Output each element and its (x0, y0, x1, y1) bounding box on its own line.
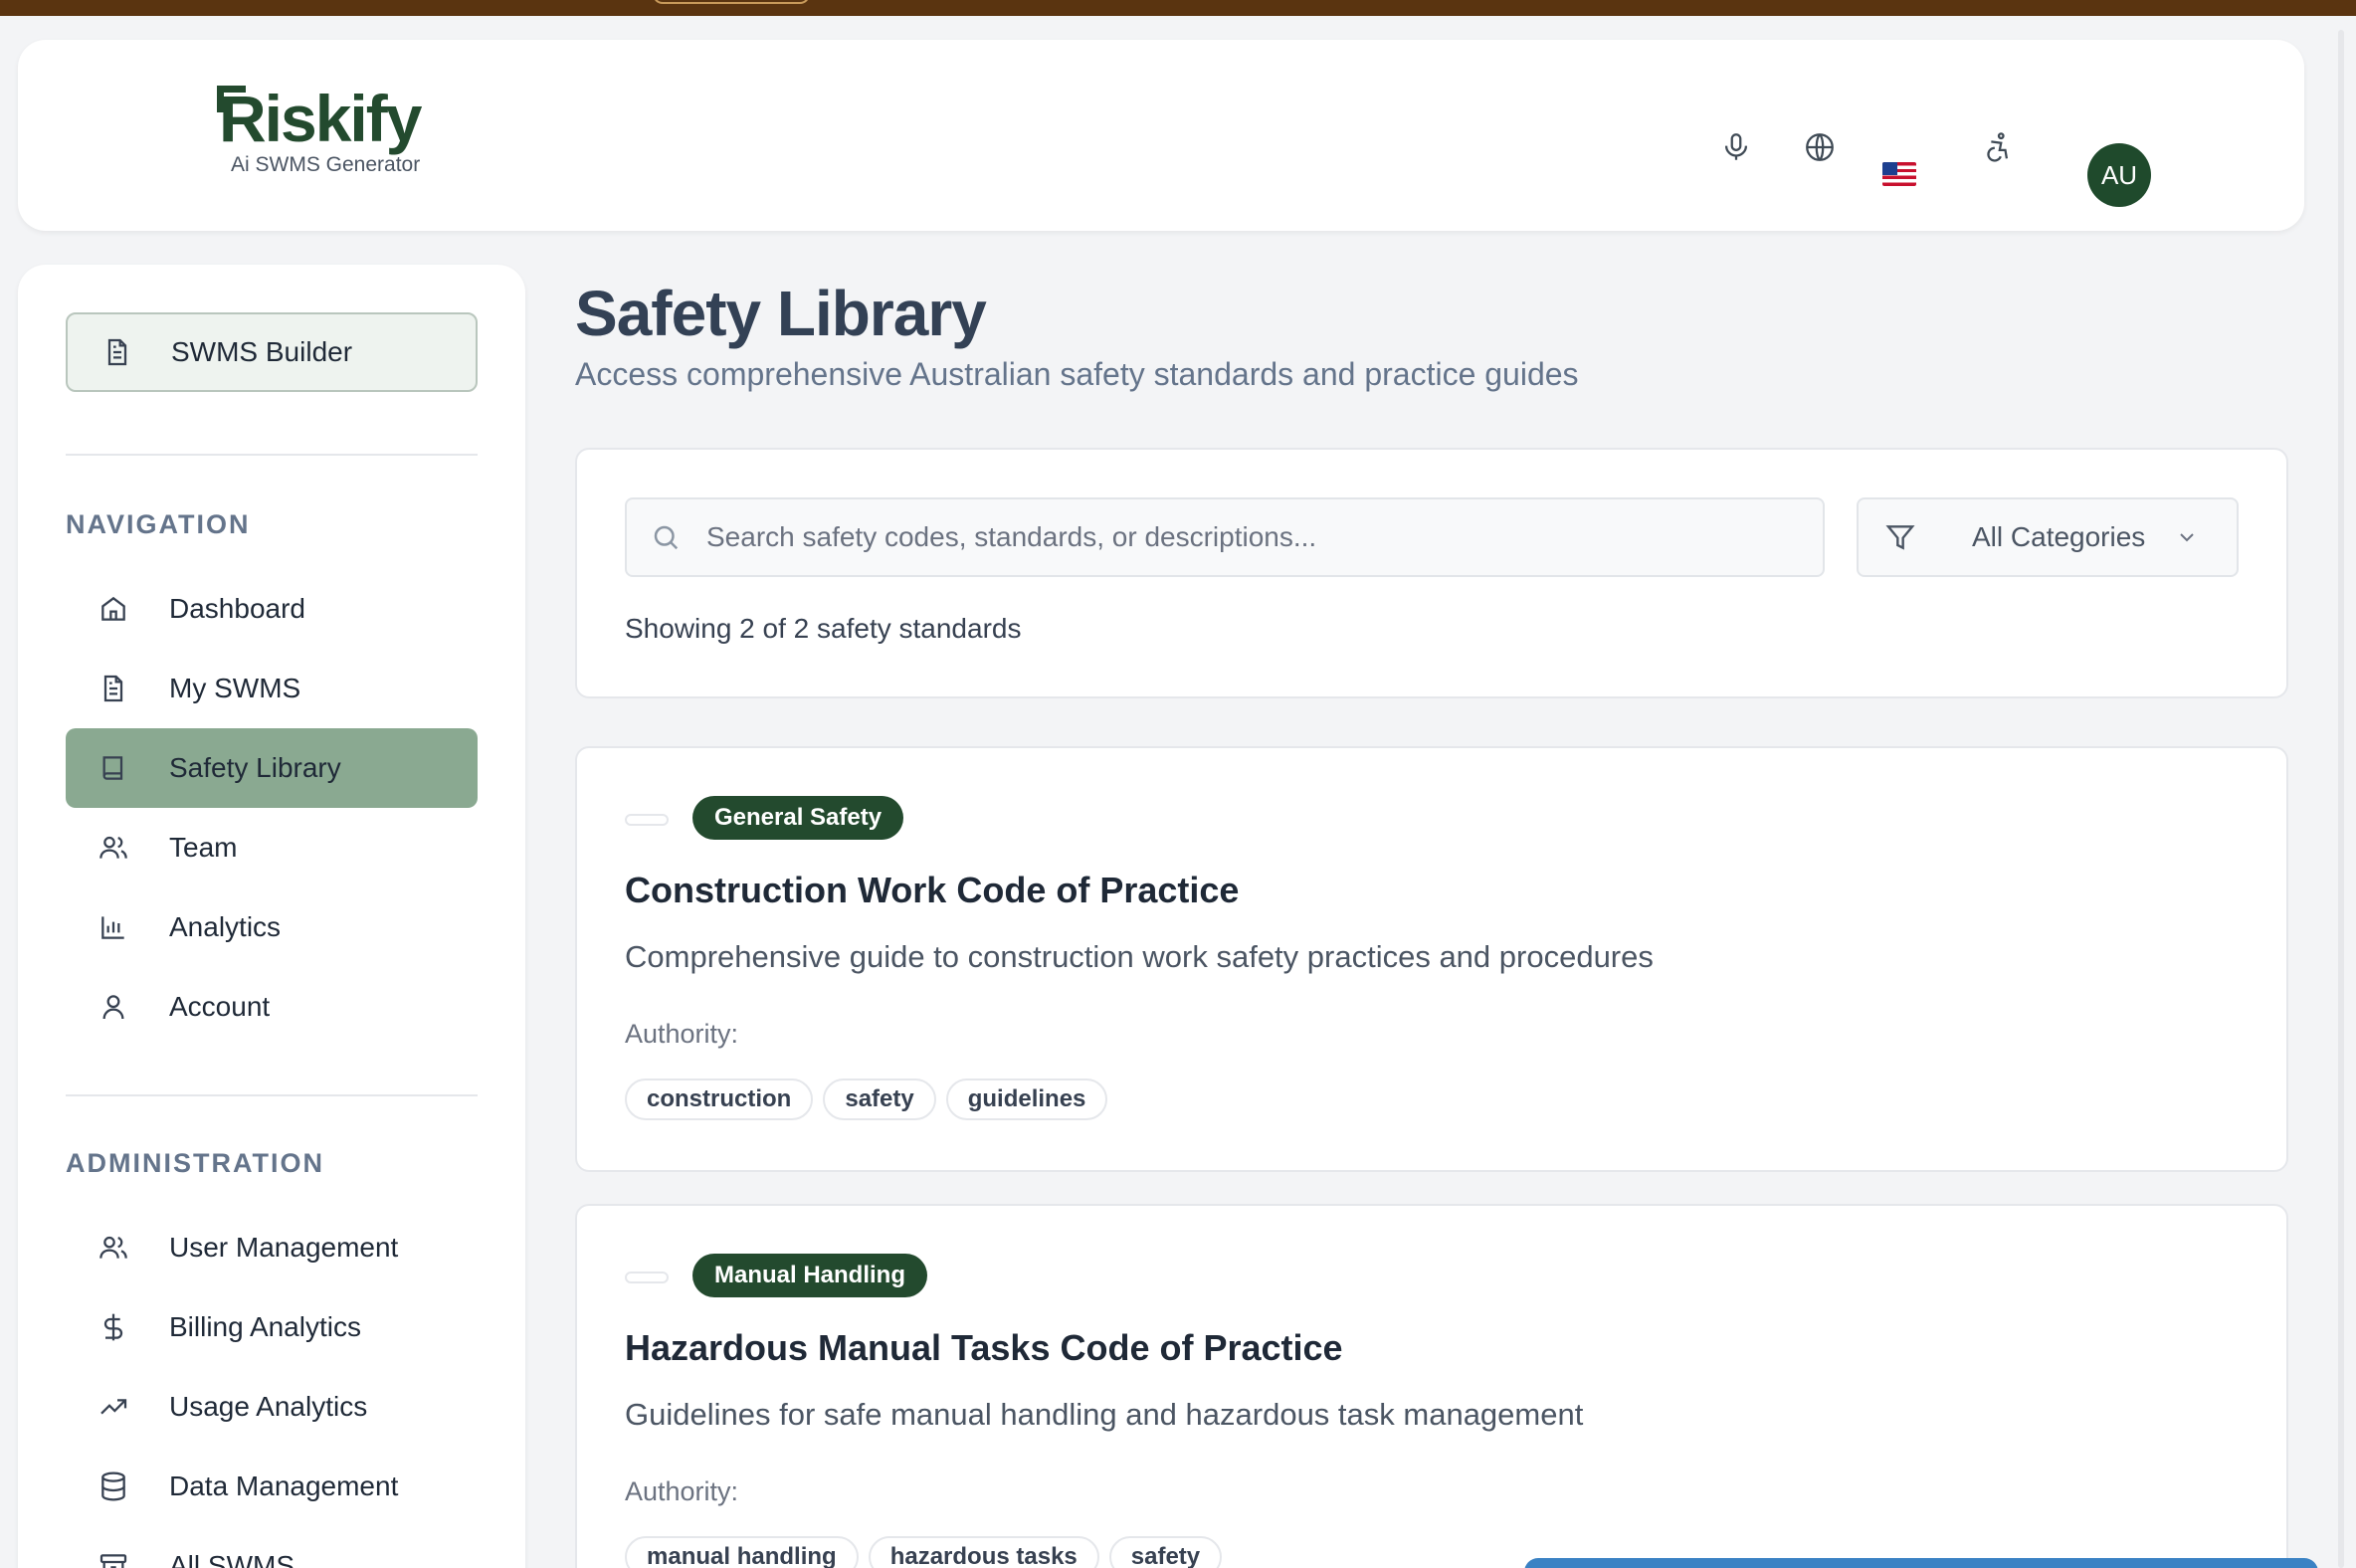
archive-icon (99, 1554, 127, 1568)
standard-card[interactable]: General Safety Construction Work Code of… (575, 746, 2288, 1172)
authority-label: Authority: (625, 1476, 739, 1506)
dollar-icon (103, 1313, 123, 1341)
sidebar-item-billing-analytics[interactable]: Billing Analytics (66, 1287, 478, 1367)
book-icon (102, 756, 123, 780)
category-badge: General Safety (692, 796, 904, 840)
badge-placeholder (625, 1272, 669, 1283)
filter-icon (1885, 525, 1915, 550)
result-count: Showing 2 of 2 safety standards (625, 613, 1022, 644)
sidebar-item-label: Billing Analytics (169, 1311, 361, 1342)
browser-top-strip (0, 0, 2356, 16)
sidebar-item-label: Usage Analytics (169, 1391, 368, 1422)
page-scrollbar[interactable] (2338, 30, 2344, 1568)
administration-section-title: ADMINISTRATION (66, 1148, 324, 1178)
sidebar-item-user-management[interactable]: User Management (66, 1208, 478, 1287)
page-subtitle: Access comprehensive Australian safety s… (575, 356, 1579, 392)
category-filter-select[interactable]: All Categories (1857, 497, 2239, 577)
tag[interactable]: safety (823, 1078, 936, 1120)
standard-description: Guidelines for safe manual handling and … (625, 1397, 1584, 1432)
sidebar-divider (66, 1094, 478, 1096)
sidebar-item-my-swms[interactable]: My SWMS (66, 649, 478, 728)
tag[interactable]: safety (1108, 1536, 1223, 1568)
tag[interactable]: construction (625, 1078, 814, 1120)
sidebar-item-dashboard[interactable]: Dashboard (66, 569, 478, 649)
tag-list: construction safety guidelines (625, 1078, 1108, 1120)
sidebar-item-all-swms[interactable]: All SWMS (66, 1526, 478, 1568)
category-badge: Manual Handling (692, 1254, 927, 1297)
home-icon (101, 596, 125, 621)
document-icon (107, 338, 127, 366)
user-icon (102, 995, 124, 1020)
sidebar-item-label: Team (169, 832, 238, 863)
app-header: Riskify Ai SWMS Generator AU (18, 40, 2304, 231)
chevron-down-icon (2180, 533, 2194, 542)
sidebar-item-data-management[interactable]: Data Management (66, 1447, 478, 1526)
sidebar-item-label: Data Management (169, 1470, 399, 1501)
search-icon (654, 525, 679, 550)
globe-icon[interactable] (1803, 130, 1837, 164)
floating-widget[interactable] (1524, 1558, 2318, 1568)
sidebar-item-usage-analytics[interactable]: Usage Analytics (66, 1367, 478, 1447)
standard-description: Comprehensive guide to construction work… (625, 939, 1654, 974)
page-title: Safety Library (575, 278, 987, 349)
sidebar-item-safety-library[interactable]: Safety Library (66, 728, 478, 808)
brand-name: Riskify (197, 86, 422, 151)
tab-nub (653, 0, 810, 4)
search-field[interactable] (625, 497, 1825, 577)
bar-chart-icon (101, 916, 124, 939)
sidebar-item-label: Safety Library (169, 752, 341, 783)
users-icon (99, 836, 127, 859)
sidebar-item-analytics[interactable]: Analytics (66, 887, 478, 967)
standard-card[interactable]: Manual Handling Hazardous Manual Tasks C… (575, 1204, 2288, 1568)
sidebar-item-label: User Management (169, 1232, 399, 1263)
swms-builder-button[interactable]: SWMS Builder (66, 312, 478, 392)
sidebar-item-label: My SWMS (169, 673, 301, 703)
user-avatar[interactable]: AU (2087, 143, 2151, 207)
users-icon (99, 1236, 127, 1259)
tag[interactable]: manual handling (625, 1536, 859, 1568)
category-filter-value: All Categories (1972, 521, 2146, 552)
sidebar-item-label: Dashboard (169, 593, 305, 624)
badge-placeholder (625, 814, 669, 826)
trending-up-icon (100, 1399, 127, 1415)
swms-builder-label: SWMS Builder (171, 336, 353, 367)
search-input[interactable] (706, 521, 1801, 553)
us-flag-icon[interactable] (1882, 162, 1916, 186)
microphone-icon[interactable] (1719, 130, 1753, 164)
sidebar: SWMS Builder NAVIGATION Dashboard My SWM… (18, 265, 525, 1568)
brand-tagline: Ai SWMS Generator (231, 153, 421, 176)
sidebar-item-team[interactable]: Team (66, 808, 478, 887)
accessibility-icon[interactable] (1980, 130, 2014, 164)
authority-label: Authority: (625, 1019, 739, 1049)
database-icon (101, 1471, 125, 1501)
sidebar-item-label: Account (169, 991, 271, 1022)
tag[interactable]: guidelines (945, 1078, 1108, 1120)
document-icon (103, 675, 123, 702)
tag[interactable]: hazardous tasks (868, 1536, 1099, 1568)
standard-title[interactable]: Construction Work Code of Practice (625, 870, 1239, 911)
search-panel: All Categories Showing 2 of 2 safety sta… (575, 448, 2288, 698)
brand-logo[interactable]: Riskify Ai SWMS Generator (197, 86, 422, 176)
tag-list: manual handling hazardous tasks safety (625, 1536, 1223, 1568)
standard-title[interactable]: Hazardous Manual Tasks Code of Practice (625, 1327, 1343, 1369)
sidebar-item-account[interactable]: Account (66, 967, 478, 1047)
navigation-section-title: NAVIGATION (66, 509, 251, 539)
sidebar-item-label: All SWMS (169, 1550, 294, 1568)
sidebar-item-label: Analytics (169, 911, 282, 942)
sidebar-divider (66, 454, 478, 456)
